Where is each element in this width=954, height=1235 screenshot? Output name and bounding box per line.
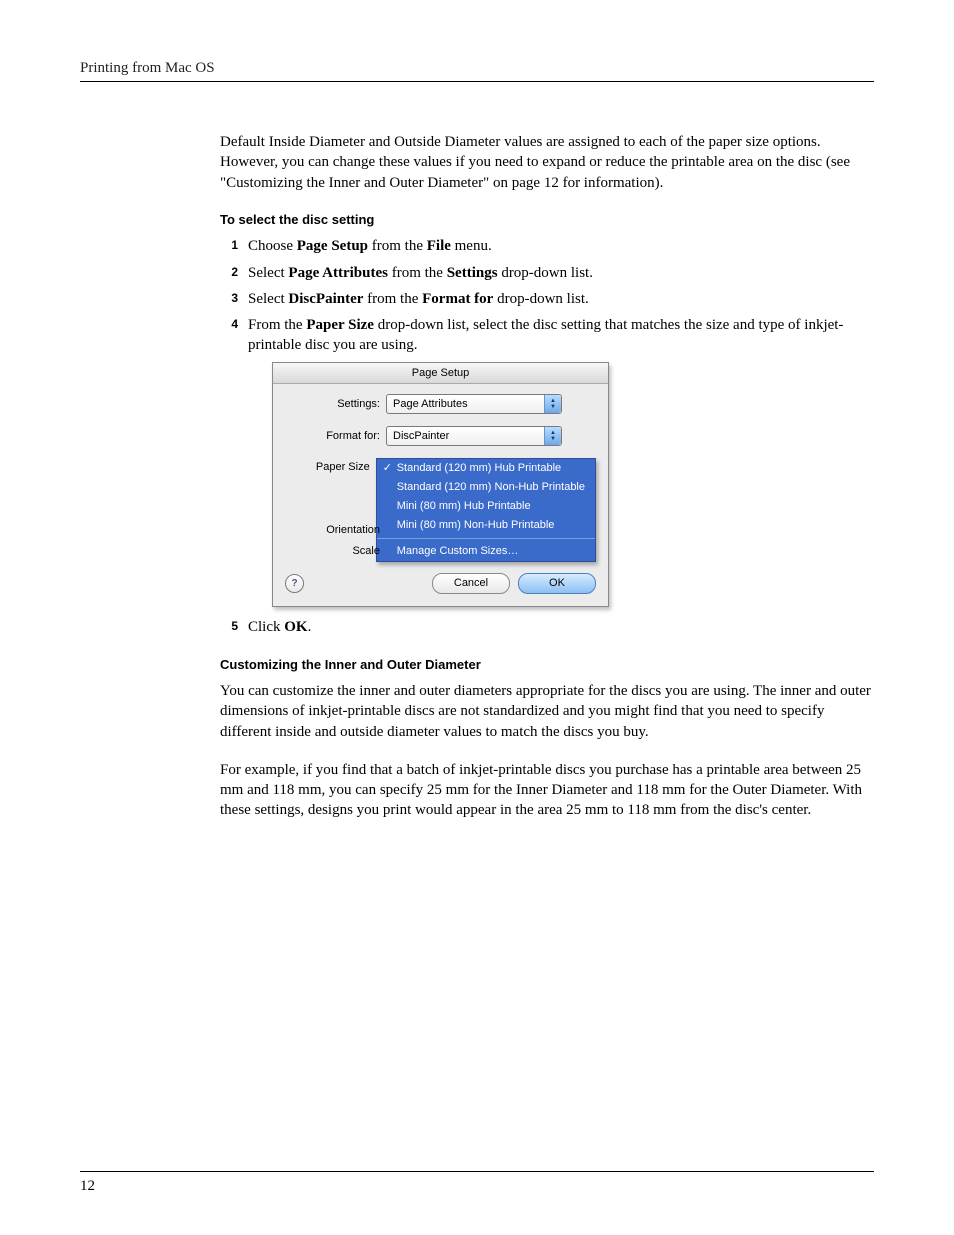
step-number: 4 xyxy=(220,316,238,332)
body-paragraph: You can customize the inner and outer di… xyxy=(220,681,874,742)
step-text: from the xyxy=(388,265,447,281)
label-paper-size: Paper Size xyxy=(285,458,376,475)
label-settings: Settings: xyxy=(285,394,386,412)
page-number: 12 xyxy=(80,1178,874,1195)
term-file: File xyxy=(427,238,451,254)
page-setup-dialog: Page Setup Settings: Page Attributes ▲▼ … xyxy=(272,362,609,608)
step-number: 3 xyxy=(220,290,238,306)
step-5: 5 Click OK. xyxy=(220,617,874,637)
popup-arrows-icon: ▲▼ xyxy=(544,427,561,445)
step-text: Click xyxy=(248,619,284,635)
step-text: . xyxy=(308,619,312,635)
step-text: drop-down list. xyxy=(493,291,588,307)
dialog-title: Page Setup xyxy=(273,363,608,385)
step-number: 1 xyxy=(220,237,238,253)
settings-value: Page Attributes xyxy=(393,397,468,412)
term-page-setup: Page Setup xyxy=(297,238,368,254)
term-paper-size: Paper Size xyxy=(306,317,374,333)
cancel-button[interactable]: Cancel xyxy=(432,573,510,594)
menu-item[interactable]: Standard (120 mm) Non-Hub Printable xyxy=(377,478,595,497)
step-text: Select xyxy=(248,265,288,281)
menu-item-manage-sizes[interactable]: Manage Custom Sizes… xyxy=(377,542,595,561)
step-3: 3 Select DiscPainter from the Format for… xyxy=(220,289,874,309)
paper-size-menu[interactable]: Standard (120 mm) Hub Printable Standard… xyxy=(376,458,596,561)
step-1: 1 Choose Page Setup from the File menu. xyxy=(220,236,874,256)
term-format-for: Format for xyxy=(422,291,493,307)
help-button[interactable]: ? xyxy=(285,574,304,593)
format-for-value: DiscPainter xyxy=(393,429,449,444)
menu-item[interactable]: Standard (120 mm) Hub Printable xyxy=(377,459,595,478)
popup-arrows-icon: ▲▼ xyxy=(544,395,561,413)
term-discpainter: DiscPainter xyxy=(288,291,363,307)
header-rule xyxy=(80,81,874,82)
step-2: 2 Select Page Attributes from the Settin… xyxy=(220,263,874,283)
step-number: 5 xyxy=(220,618,238,634)
step-text: menu. xyxy=(451,238,492,254)
subsection-heading: Customizing the Inner and Outer Diameter xyxy=(220,656,874,674)
page-footer: 12 xyxy=(80,1171,874,1195)
menu-item[interactable]: Mini (80 mm) Non-Hub Printable xyxy=(377,516,595,535)
procedure-heading: To select the disc setting xyxy=(220,211,874,229)
format-for-popup[interactable]: DiscPainter ▲▼ xyxy=(386,426,562,446)
procedure-steps: 1 Choose Page Setup from the File menu. … xyxy=(220,236,874,637)
term-page-attributes: Page Attributes xyxy=(288,265,388,281)
step-text: from the xyxy=(368,238,427,254)
body-paragraph: For example, if you find that a batch of… xyxy=(220,760,874,821)
step-text: Choose xyxy=(248,238,297,254)
ok-button[interactable]: OK xyxy=(518,573,596,594)
step-text: From the xyxy=(248,317,306,333)
menu-separator xyxy=(377,538,595,539)
step-number: 2 xyxy=(220,264,238,280)
intro-paragraph: Default Inside Diameter and Outside Diam… xyxy=(220,132,874,193)
step-4: 4 From the Paper Size drop-down list, se… xyxy=(220,315,874,607)
menu-item[interactable]: Mini (80 mm) Hub Printable xyxy=(377,497,595,516)
settings-popup[interactable]: Page Attributes ▲▼ xyxy=(386,394,562,414)
section-header: Printing from Mac OS xyxy=(80,60,874,77)
label-format-for: Format for: xyxy=(285,426,386,444)
term-settings: Settings xyxy=(447,265,498,281)
term-ok: OK xyxy=(284,619,307,635)
step-text: from the xyxy=(363,291,422,307)
step-text: drop-down list. xyxy=(498,265,593,281)
step-text: Select xyxy=(248,291,288,307)
